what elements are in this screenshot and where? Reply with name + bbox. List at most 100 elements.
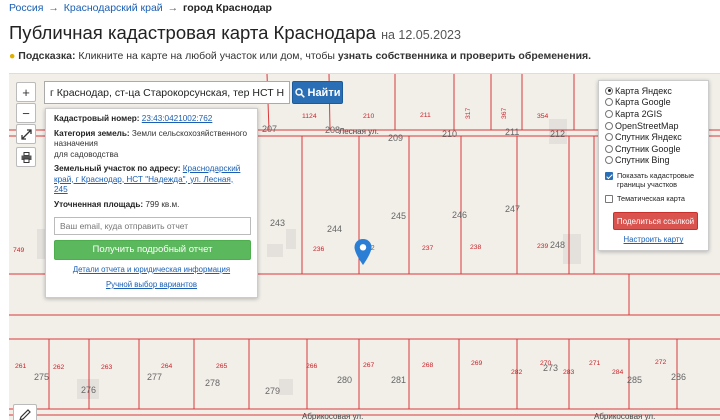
breadcrumb-link-region[interactable]: Краснодарский край: [64, 2, 163, 14]
parcel-number-small: 236: [313, 246, 325, 253]
parcel-number-small: 282: [511, 369, 523, 376]
zoom-out-button[interactable]: −: [16, 103, 36, 123]
parcel-number: 286: [671, 372, 686, 382]
lightbulb-icon: ●: [9, 50, 16, 62]
page-title: Публичная кадастровая карта Краснодара н…: [9, 22, 461, 44]
parcel-number-small: 237: [422, 245, 434, 252]
radio-icon: [605, 133, 613, 142]
parcel-number-small: 749: [13, 247, 25, 254]
show-boundaries-label: Показать кадастровые границы участков: [617, 171, 695, 189]
cadastral-map[interactable]: 1124 210 211 317 367 354 236 237 238 239…: [9, 73, 720, 420]
map-layers-panel: Карта Яндекс Карта Google Карта 2GIS Ope…: [598, 80, 709, 251]
parcel-number: 246: [452, 210, 467, 220]
layer-option-label: Спутник Google: [615, 143, 681, 154]
print-button[interactable]: [16, 147, 36, 167]
breadcrumb-separator: →: [167, 2, 179, 14]
layer-option-label: Карта Яндекс: [615, 85, 672, 96]
parcel-number: 212: [550, 129, 565, 139]
parcel-number: 275: [34, 372, 49, 382]
parcel-number-small: 367: [501, 107, 508, 119]
parcel-number-small: 268: [422, 362, 434, 369]
radio-icon: [605, 156, 613, 165]
hint-text: Кликните на карте на любой участок или д…: [78, 50, 335, 62]
parcel-number-small: 238: [470, 244, 482, 251]
parcel-number-small: 266: [306, 363, 318, 370]
parcel-number: 211: [505, 127, 519, 137]
thematic-map-label: Тематическая карта: [617, 193, 685, 203]
hint-label: Подсказка:: [18, 50, 76, 62]
layer-option-openstreetmap[interactable]: OpenStreetMap: [605, 120, 702, 132]
parcel-number: 244: [327, 224, 342, 234]
parcel-number: 247: [505, 204, 520, 214]
layer-option-bing-satellite[interactable]: Спутник Bing: [605, 155, 702, 167]
layer-option-label: OpenStreetMap: [615, 120, 679, 131]
minus-icon: −: [22, 105, 30, 121]
get-report-button[interactable]: Получить подробный отчет: [54, 240, 251, 260]
show-boundaries-checkbox[interactable]: Показать кадастровые границы участков: [605, 171, 702, 190]
zoom-in-button[interactable]: +: [16, 82, 36, 102]
email-field[interactable]: [54, 217, 251, 235]
layer-option-label: Спутник Яндекс: [615, 132, 682, 143]
land-category-row: Категория земель: Земли сельскохозяйстве…: [54, 129, 249, 161]
area-row: Уточненная площадь: 799 кв.м.: [54, 200, 249, 211]
map-marker-icon[interactable]: [354, 239, 372, 265]
search-button-label: Найти: [307, 86, 341, 99]
parcel-number: 243: [270, 218, 285, 228]
plus-icon: +: [22, 84, 30, 100]
parcel-number-small: 239: [537, 243, 549, 250]
parcel-number-small: 265: [216, 363, 228, 370]
parcel-number-small: 317: [465, 107, 472, 119]
share-link-button[interactable]: Поделиться ссылкой: [613, 212, 698, 231]
search-button[interactable]: Найти: [292, 81, 343, 104]
area-label: Уточненная площадь:: [54, 199, 144, 209]
breadcrumb-current: город Краснодар: [183, 2, 272, 14]
fullscreen-button[interactable]: [16, 124, 36, 144]
parcel-number: 276: [81, 385, 96, 395]
pencil-icon: [19, 409, 31, 420]
layer-option-yandex-map[interactable]: Карта Яндекс: [605, 85, 702, 97]
parcel-number-small: 354: [537, 113, 549, 120]
street-label-abrikosovaya: Абрикосовая ул.: [302, 412, 363, 420]
layer-option-2gis-map[interactable]: Карта 2GIS: [605, 108, 702, 120]
configure-map-link[interactable]: Настроить карту: [624, 235, 684, 244]
parcel-number-small: 284: [612, 369, 624, 376]
breadcrumb-separator: →: [48, 2, 59, 14]
search-icon: [294, 87, 305, 98]
report-details-link[interactable]: Детали отчета и юридическая информация: [73, 265, 230, 274]
radio-icon: [605, 109, 613, 118]
layer-option-google-map[interactable]: Карта Google: [605, 97, 702, 109]
parcel-number-small: 1124: [302, 113, 317, 120]
cadastral-number-link[interactable]: 23:43:0421002:762: [142, 114, 213, 123]
cadastral-number-row: Кадастровый номер: 23:43:0421002:762: [54, 114, 249, 125]
layer-option-yandex-satellite[interactable]: Спутник Яндекс: [605, 131, 702, 143]
thematic-map-checkbox[interactable]: Тематическая карта: [605, 193, 702, 204]
parcel-number-small: 263: [101, 364, 113, 371]
breadcrumb: Россия → Краснодарский край → город Крас…: [9, 2, 272, 14]
parcel-number: 245: [391, 211, 406, 221]
parcel-number: 210: [442, 129, 457, 139]
parcel-number: 248: [550, 240, 565, 250]
parcel-info-popup: Кадастровый номер: 23:43:0421002:762 Кат…: [45, 108, 258, 298]
draw-tool-button[interactable]: [13, 404, 37, 420]
street-label-abrikosovaya-right: Абрикосовая ул.: [594, 412, 655, 420]
parcel-number-small: 267: [363, 362, 375, 369]
address-label: Земельный участок по адресу:: [54, 164, 181, 173]
layer-option-label: Спутник Bing: [615, 155, 670, 166]
layer-option-google-satellite[interactable]: Спутник Google: [605, 143, 702, 155]
address-row: Земельный участок по адресу: Краснодарск…: [54, 164, 249, 196]
parcel-number: 281: [391, 375, 406, 385]
parcel-number: 207: [262, 124, 277, 134]
parcel-number: 280: [337, 375, 352, 385]
radio-icon: [605, 98, 613, 107]
layer-option-label: Карта Google: [615, 97, 671, 108]
breadcrumb-link-russia[interactable]: Россия: [9, 2, 43, 14]
radio-icon: [605, 121, 613, 130]
print-icon: [21, 151, 31, 163]
parcel-number: 277: [147, 372, 162, 382]
manual-selection-link[interactable]: Ручной выбор вариантов: [106, 280, 197, 289]
parcel-number-small: 211: [420, 112, 431, 119]
address-search-input[interactable]: [44, 81, 290, 104]
parcel-number-small: 272: [655, 359, 667, 366]
layer-option-label: Карта 2GIS: [615, 108, 663, 119]
parcel-number-small: 264: [161, 363, 173, 370]
